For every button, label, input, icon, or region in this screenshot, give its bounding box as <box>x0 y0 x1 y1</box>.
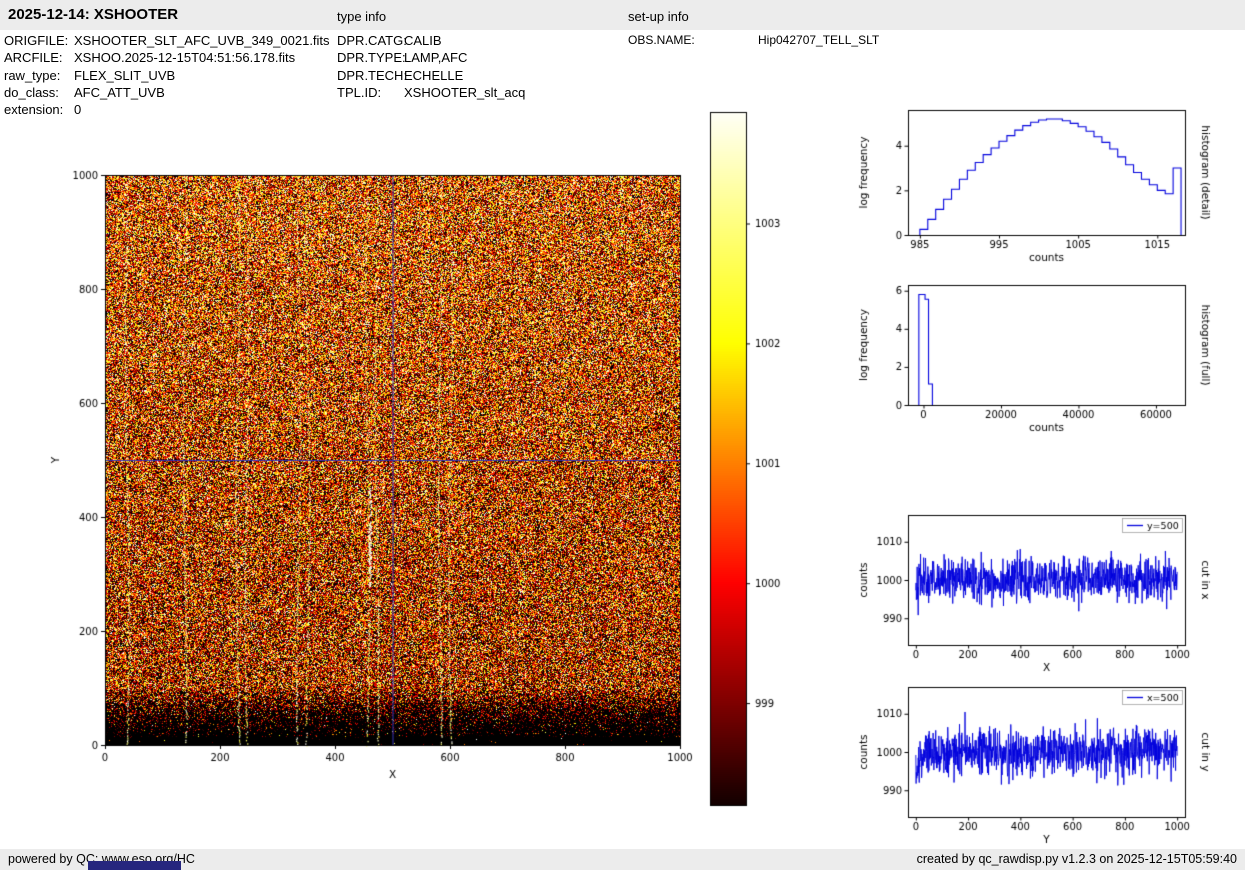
rawtype-label: raw_type: <box>4 68 61 83</box>
tpl-id-value: XSHOOTER_slt_acq <box>404 85 526 100</box>
arcfile-label: ARCFILE: <box>4 50 63 65</box>
dpr-type-value: LAMP,AFC <box>404 50 468 65</box>
origfile-label: ORIGFILE: <box>4 33 69 48</box>
histogram-detail-plot <box>845 96 1215 271</box>
origfile-value: XSHOOTER_SLT_AFC_UVB_349_0021.fits <box>74 33 330 48</box>
page-title: 2025-12-14: XSHOOTER <box>8 6 179 23</box>
setup-info-heading: set-up info <box>628 9 689 24</box>
rawtype-value: FLEX_SLIT_UVB <box>74 68 176 83</box>
dpr-catg-value: CALIB <box>404 33 442 48</box>
arcfile-value: XSHOO.2025-12-15T04:51:56.178.fits <box>74 50 296 65</box>
tpl-id-label: TPL.ID: <box>337 85 382 100</box>
doclass-value: AFC_ATT_UVB <box>74 85 165 100</box>
dpr-tech-label: DPR.TECH: <box>337 68 408 83</box>
obs-name-label: OBS.NAME: <box>628 33 695 47</box>
extension-label: extension: <box>4 102 64 117</box>
type-info-heading: type info <box>337 9 387 24</box>
raw-image-plot <box>45 160 695 790</box>
header-bar: 2025-12-14: XSHOOTER type info set-up in… <box>0 0 1245 30</box>
cut-in-y-plot <box>845 672 1215 844</box>
dpr-type-label: DPR.TYPE: <box>337 50 406 65</box>
dpr-tech-value: ECHELLE <box>404 68 464 83</box>
cut-in-x-plot <box>845 500 1215 672</box>
footer-bar: powered by QC: www.eso.org/HC created by… <box>0 849 1245 870</box>
doclass-label: do_class: <box>4 85 59 100</box>
footer-accent-bar <box>88 861 181 870</box>
histogram-full-plot <box>845 272 1215 447</box>
footer-created-by: created by qc_rawdisp.py v1.2.3 on 2025-… <box>916 852 1237 866</box>
obs-name-value: Hip042707_TELL_SLT <box>758 33 880 47</box>
extension-value: 0 <box>74 102 82 117</box>
colorbar <box>705 105 795 815</box>
dpr-catg-label: DPR.CATG: <box>337 33 407 48</box>
qc-rawdisp-page: 2025-12-14: XSHOOTER type info set-up in… <box>0 0 1245 870</box>
